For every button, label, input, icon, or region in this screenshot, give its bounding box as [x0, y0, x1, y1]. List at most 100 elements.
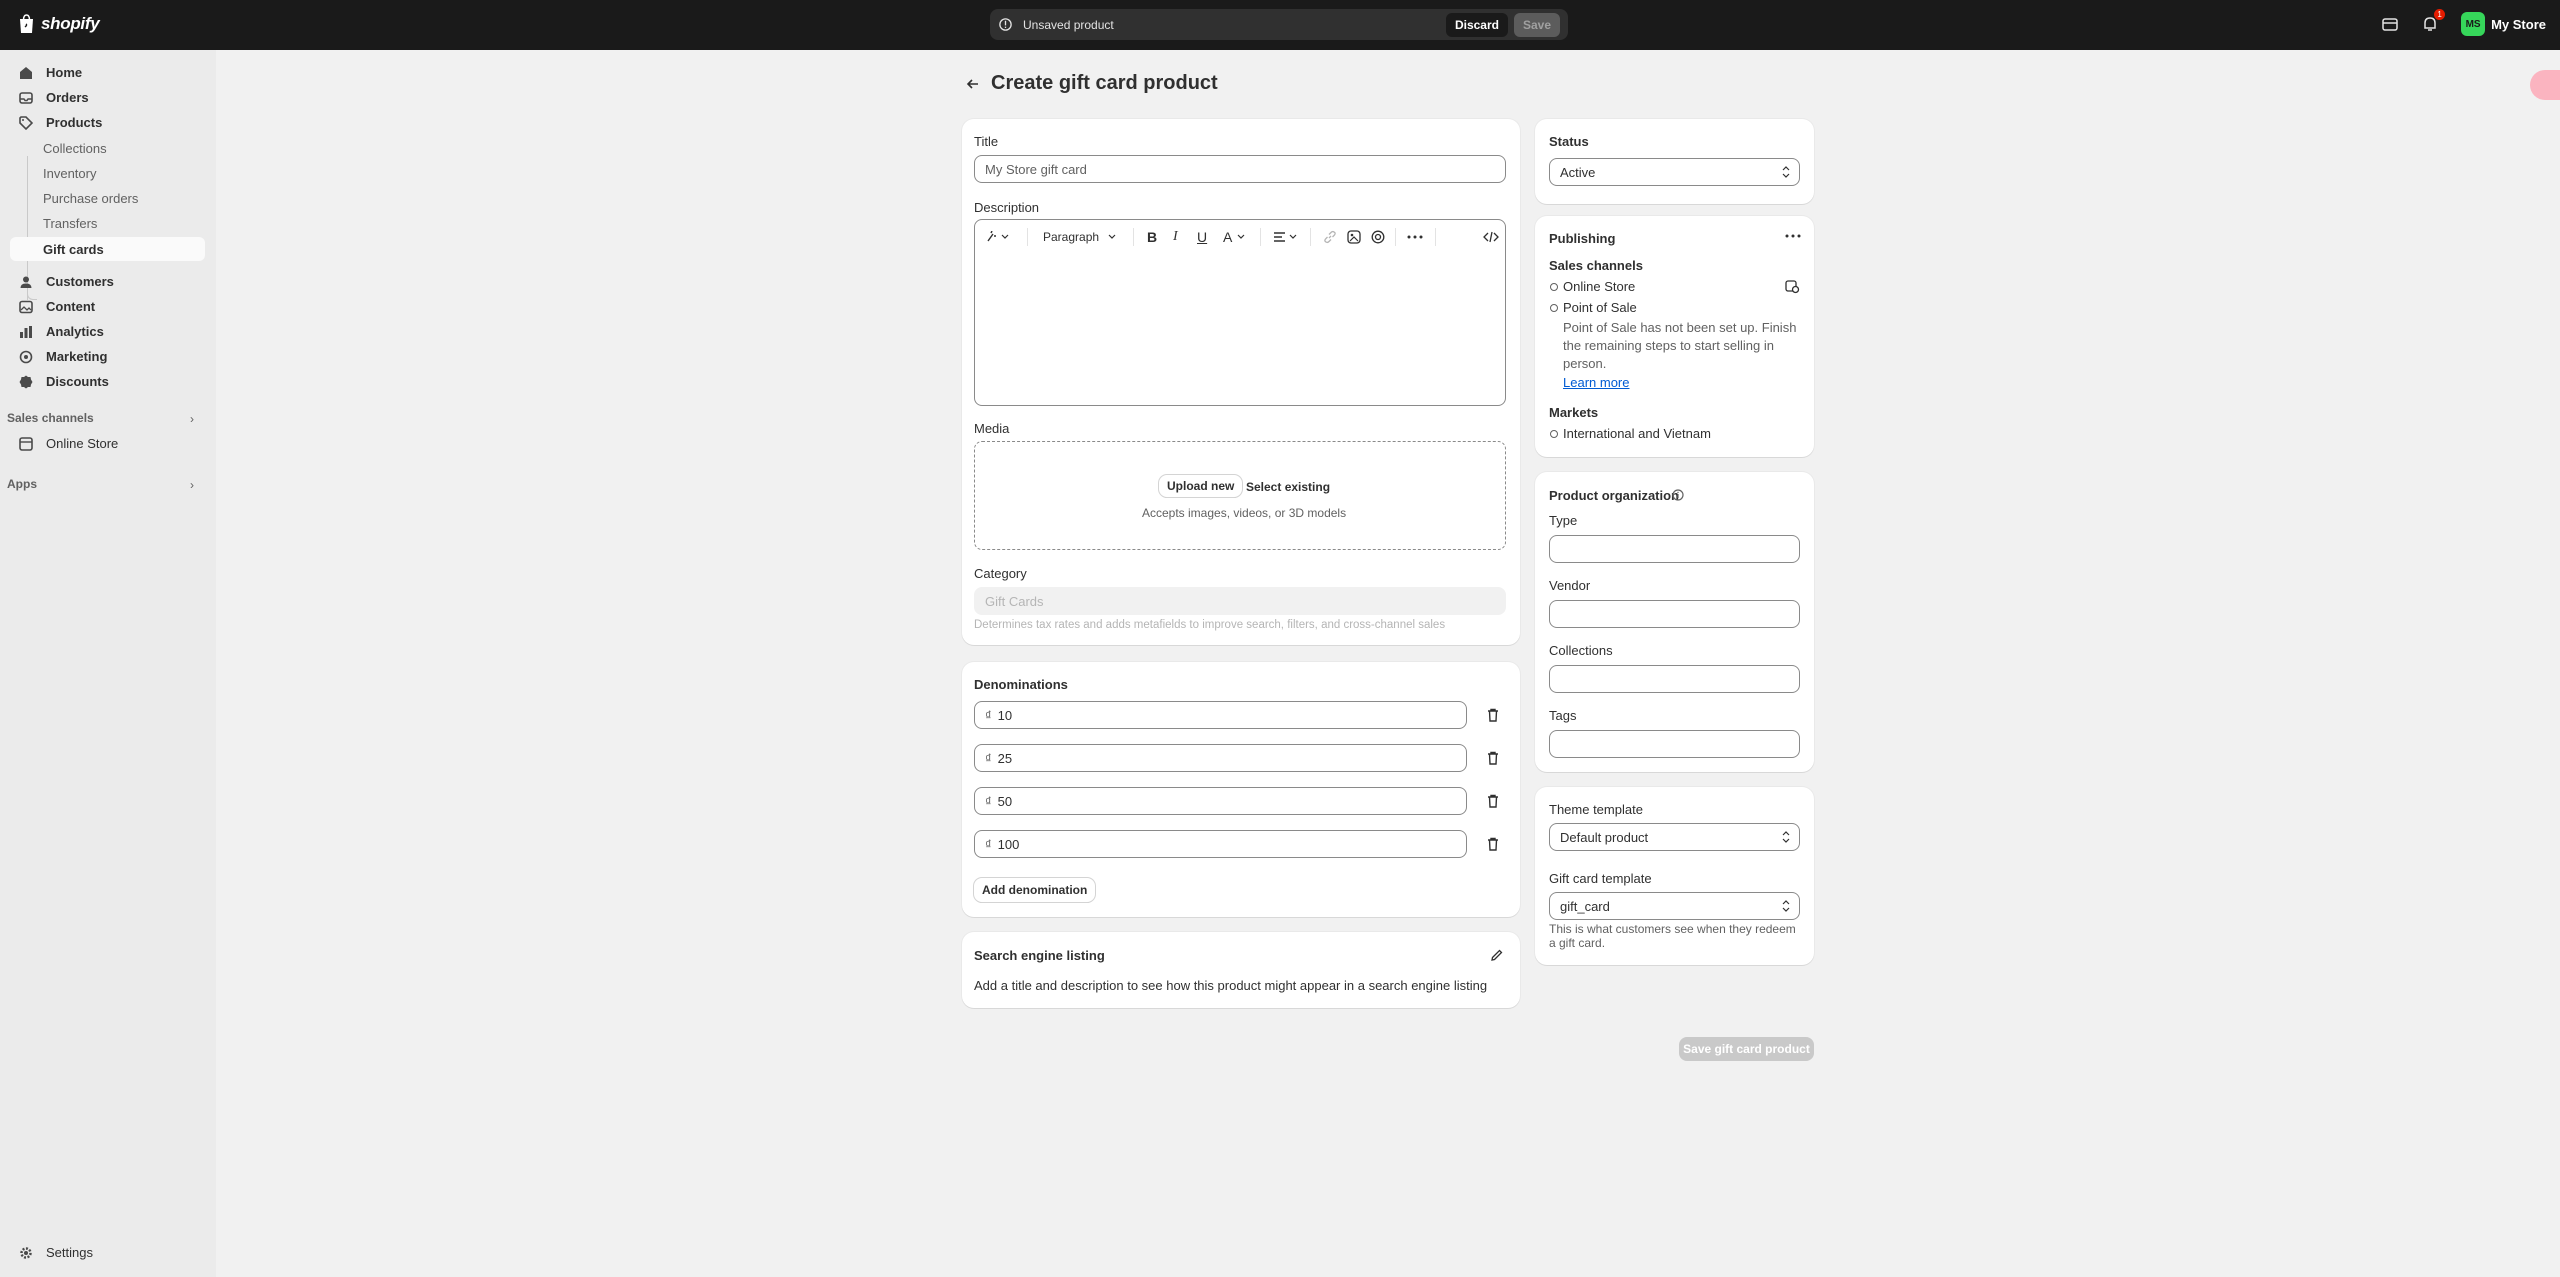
sidebar-item-products[interactable]: Products — [10, 110, 205, 135]
sidebar-item-home[interactable]: Home — [10, 60, 205, 85]
trash-icon[interactable] — [1485, 707, 1501, 723]
status-dot — [1550, 430, 1558, 438]
vendor-input[interactable] — [1549, 600, 1800, 628]
collections-input[interactable] — [1549, 665, 1800, 693]
denomination-input[interactable]: ₫ 100 — [974, 830, 1467, 858]
sidebar-subitem-purchase-orders[interactable]: Purchase orders — [43, 186, 138, 210]
tags-input[interactable] — [1549, 730, 1800, 758]
italic-icon[interactable]: I — [1173, 229, 1178, 245]
align-icon[interactable] — [1273, 229, 1301, 245]
description-editor[interactable]: Paragraph B I U A — [974, 219, 1506, 406]
code-icon[interactable] — [1483, 229, 1499, 245]
type-input[interactable] — [1549, 535, 1800, 563]
media-dropzone[interactable]: Upload new Select existing Accepts image… — [974, 441, 1506, 550]
seo-description: Add a title and description to see how t… — [974, 978, 1488, 993]
select-arrows-icon — [1782, 900, 1790, 912]
image-icon[interactable] — [1347, 229, 1361, 245]
category-input[interactable]: Gift Cards — [974, 587, 1506, 615]
tags-label: Tags — [1549, 708, 1577, 723]
title-input[interactable]: My Store gift card — [974, 155, 1506, 183]
sidebar-item-marketing[interactable]: Marketing — [10, 344, 205, 369]
chevron-right-icon[interactable]: › — [190, 478, 194, 492]
sidebar-item-online-store[interactable]: Online Store — [10, 431, 205, 456]
avatar: MS — [2461, 12, 2486, 36]
trash-icon[interactable] — [1485, 836, 1501, 852]
shopify-logo[interactable]: shopify — [18, 14, 100, 34]
denomination-input[interactable]: ₫ 25 — [974, 744, 1467, 772]
discount-icon — [18, 374, 34, 390]
sidebar-subitem-gift-cards[interactable]: Gift cards — [10, 237, 205, 261]
publishing-card: Publishing Sales channels Online Store P… — [1535, 216, 1814, 457]
more-icon[interactable] — [1407, 229, 1423, 245]
save-button[interactable]: Save — [1513, 12, 1560, 37]
denomination-input[interactable]: ₫ 50 — [974, 787, 1467, 815]
type-label: Type — [1549, 513, 1578, 528]
link-icon[interactable] — [1323, 229, 1337, 245]
markets-label: Markets — [1549, 405, 1599, 420]
gift-card-template-select[interactable]: gift_card — [1549, 892, 1800, 920]
channel-online-store: Online Store — [1563, 279, 1636, 294]
learn-more-link[interactable]: Learn more — [1563, 375, 1629, 390]
publishing-heading: Publishing — [1549, 231, 1616, 246]
sales-channels-heading[interactable]: Sales channels — [7, 411, 94, 425]
select-existing-button[interactable]: Select existing — [1246, 480, 1330, 494]
chevron-right-icon[interactable]: › — [190, 412, 194, 426]
upload-new-button[interactable]: Upload new — [1159, 475, 1243, 497]
denominations-heading: Denominations — [974, 677, 1068, 692]
status-select[interactable]: Active — [1549, 158, 1800, 186]
denomination-input[interactable]: ₫ 10 — [974, 701, 1467, 729]
select-arrows-icon — [1782, 831, 1790, 843]
sidebar-item-analytics[interactable]: Analytics — [10, 319, 205, 344]
back-button[interactable] — [963, 74, 983, 94]
sidebar-item-customers[interactable]: Customers — [10, 269, 205, 294]
trash-icon[interactable] — [1485, 750, 1501, 766]
sidebar-item-content[interactable]: Content — [10, 294, 205, 319]
gear-icon — [18, 1245, 34, 1261]
store-icon[interactable] — [2381, 15, 2399, 33]
apps-heading[interactable]: Apps — [7, 477, 37, 491]
notifications-button[interactable]: 1 — [2421, 9, 2446, 33]
sidebar-item-discounts[interactable]: Discounts — [10, 369, 205, 394]
currency-symbol: ₫ — [985, 750, 992, 766]
toolbar-divider — [1310, 228, 1311, 246]
inbox-icon — [18, 90, 34, 106]
add-denomination-button[interactable]: Add denomination — [974, 878, 1096, 902]
target-icon — [18, 349, 34, 365]
calendar-clock-icon[interactable] — [1785, 279, 1800, 294]
more-horizontal-icon[interactable] — [1785, 234, 1801, 238]
home-icon — [18, 65, 34, 81]
sidebar-subitem-transfers[interactable]: Transfers — [43, 211, 97, 235]
save-gift-card-product-button[interactable]: Save gift card product — [1679, 1037, 1814, 1061]
search-engine-listing-card: Search engine listing Add a title and de… — [962, 932, 1520, 1008]
toolbar-divider — [1435, 228, 1436, 246]
templates-card: Theme template Default product Gift card… — [1535, 787, 1814, 965]
underline-icon[interactable]: U — [1197, 229, 1207, 245]
sidebar-item-label: Marketing — [46, 349, 108, 364]
pencil-icon[interactable] — [1490, 948, 1504, 962]
sidebar-item-label: Customers — [46, 274, 114, 289]
theme-template-select[interactable]: Default product — [1549, 823, 1800, 851]
toolbar-divider — [1133, 228, 1134, 246]
content-icon — [18, 299, 34, 315]
info-icon[interactable] — [1672, 489, 1684, 501]
sidebar-subitem-inventory[interactable]: Inventory — [43, 161, 96, 185]
sidebar-item-label: Orders — [46, 90, 89, 105]
status-label: Status — [1549, 134, 1589, 149]
trash-icon[interactable] — [1485, 793, 1501, 809]
sidebar-item-orders[interactable]: Orders — [10, 85, 205, 110]
paragraph-select[interactable]: Paragraph — [1043, 229, 1119, 245]
text-color-icon[interactable]: A — [1223, 229, 1248, 245]
sidebar-item-settings[interactable]: Settings — [10, 1240, 205, 1265]
arrow-left-icon — [966, 78, 978, 89]
store-menu[interactable]: MS My Store — [2461, 12, 2546, 36]
sidebar-subitem-collections[interactable]: Collections — [43, 136, 107, 160]
video-icon[interactable] — [1371, 229, 1385, 245]
assistant-widget[interactable] — [2530, 70, 2560, 100]
bold-icon[interactable]: B — [1147, 229, 1157, 245]
denomination-value: 100 — [997, 836, 1020, 852]
toolbar-divider — [1260, 228, 1261, 246]
sidebar-item-label: Content — [46, 299, 96, 314]
discard-button[interactable]: Discard — [1445, 12, 1508, 37]
vendor-label: Vendor — [1549, 578, 1591, 593]
magic-icon[interactable] — [987, 229, 1009, 245]
